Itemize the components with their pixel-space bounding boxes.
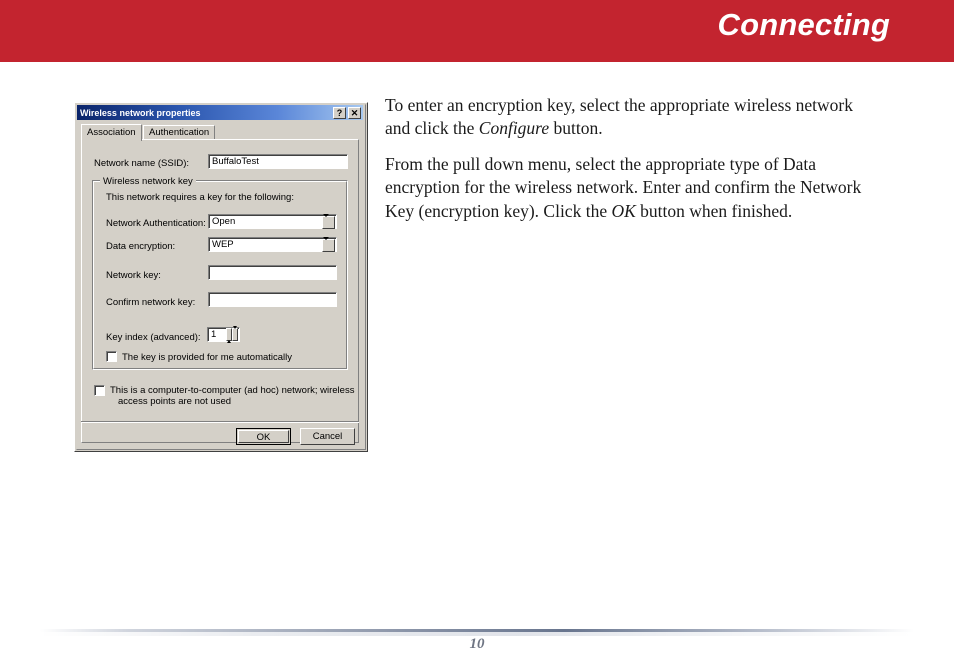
key-index-value: 1 [211, 329, 217, 340]
spinner-down-icon[interactable] [232, 326, 238, 341]
paragraph-1-seg-3: button. [549, 118, 603, 139]
tab-authentication[interactable]: Authentication [143, 125, 216, 140]
data-encryption-select[interactable]: WEP [208, 237, 337, 252]
data-encryption-label: Data encryption: [106, 241, 176, 252]
ok-button[interactable]: OK [236, 428, 291, 445]
adhoc-network-checkbox[interactable] [94, 385, 105, 396]
chevron-down-icon-auth[interactable] [322, 214, 335, 229]
tab-page-association: Network name (SSID): BuffaloTest Wireles… [81, 139, 359, 443]
network-key-label: Network key: [106, 270, 161, 281]
key-index-label: Key index (advanced): [106, 332, 201, 343]
paragraph-2-seg-3: button when finished. [635, 200, 793, 221]
dialog-tabstrip: Association Authentication [81, 124, 359, 141]
paragraph-1: To enter an encryption key, select the a… [385, 94, 875, 141]
ssid-input[interactable]: BuffaloTest [208, 154, 348, 169]
help-icon[interactable]: ? [333, 106, 346, 119]
cancel-button[interactable]: Cancel [300, 428, 355, 445]
instruction-text-column: To enter an encryption key, select the a… [385, 94, 875, 235]
close-icon[interactable]: ✕ [348, 106, 361, 119]
titlebar-buttons: ? ✕ [333, 106, 361, 119]
adhoc-network-label-line1: This is a computer-to-computer (ad hoc) … [110, 385, 355, 396]
network-authentication-select[interactable]: Open [208, 214, 337, 229]
auto-key-checkbox[interactable] [106, 351, 117, 362]
dialog-titlebar[interactable]: Wireless network properties ? ✕ [77, 105, 363, 120]
chevron-down-icon-encryption[interactable] [322, 237, 335, 252]
key-index-stepper[interactable]: 1 [207, 326, 240, 343]
ssid-label: Network name (SSID): [94, 158, 190, 169]
network-authentication-value: Open [212, 216, 236, 227]
confirm-network-key-input[interactable] [208, 292, 337, 307]
confirm-network-key-label: Confirm network key: [106, 297, 196, 308]
page-header-title: Connecting [717, 7, 890, 42]
key-requirement-text: This network requires a key for the foll… [106, 192, 294, 203]
tab-association[interactable]: Association [81, 124, 142, 141]
paragraph-1-seg-1: To enter an encryption key, select the a… [385, 95, 854, 139]
auto-key-label: The key is provided for me automatically [122, 352, 293, 363]
adhoc-network-label-line2: access points are not used [118, 396, 232, 407]
paragraph-2: From the pull down menu, select the appr… [385, 153, 875, 223]
page-header-band: Connecting [0, 0, 954, 62]
paragraph-2-emphasis-ok: OK [611, 200, 636, 221]
data-encryption-value: WEP [212, 239, 234, 250]
key-index-spin-buttons[interactable] [226, 326, 238, 343]
page-number: 10 [469, 636, 485, 652]
network-key-input[interactable] [208, 265, 337, 280]
paragraph-1-emphasis-configure: Configure [478, 118, 550, 139]
dialog-title: Wireless network properties [80, 107, 201, 118]
network-authentication-label: Network Authentication: [106, 218, 206, 229]
wireless-network-key-group-title: Wireless network key [100, 176, 196, 187]
wireless-network-properties-dialog: Wireless network properties ? ✕ Associat… [74, 102, 368, 452]
dialog-footer-separator-highlight [81, 422, 359, 423]
ok-button-label: OK [238, 430, 289, 443]
